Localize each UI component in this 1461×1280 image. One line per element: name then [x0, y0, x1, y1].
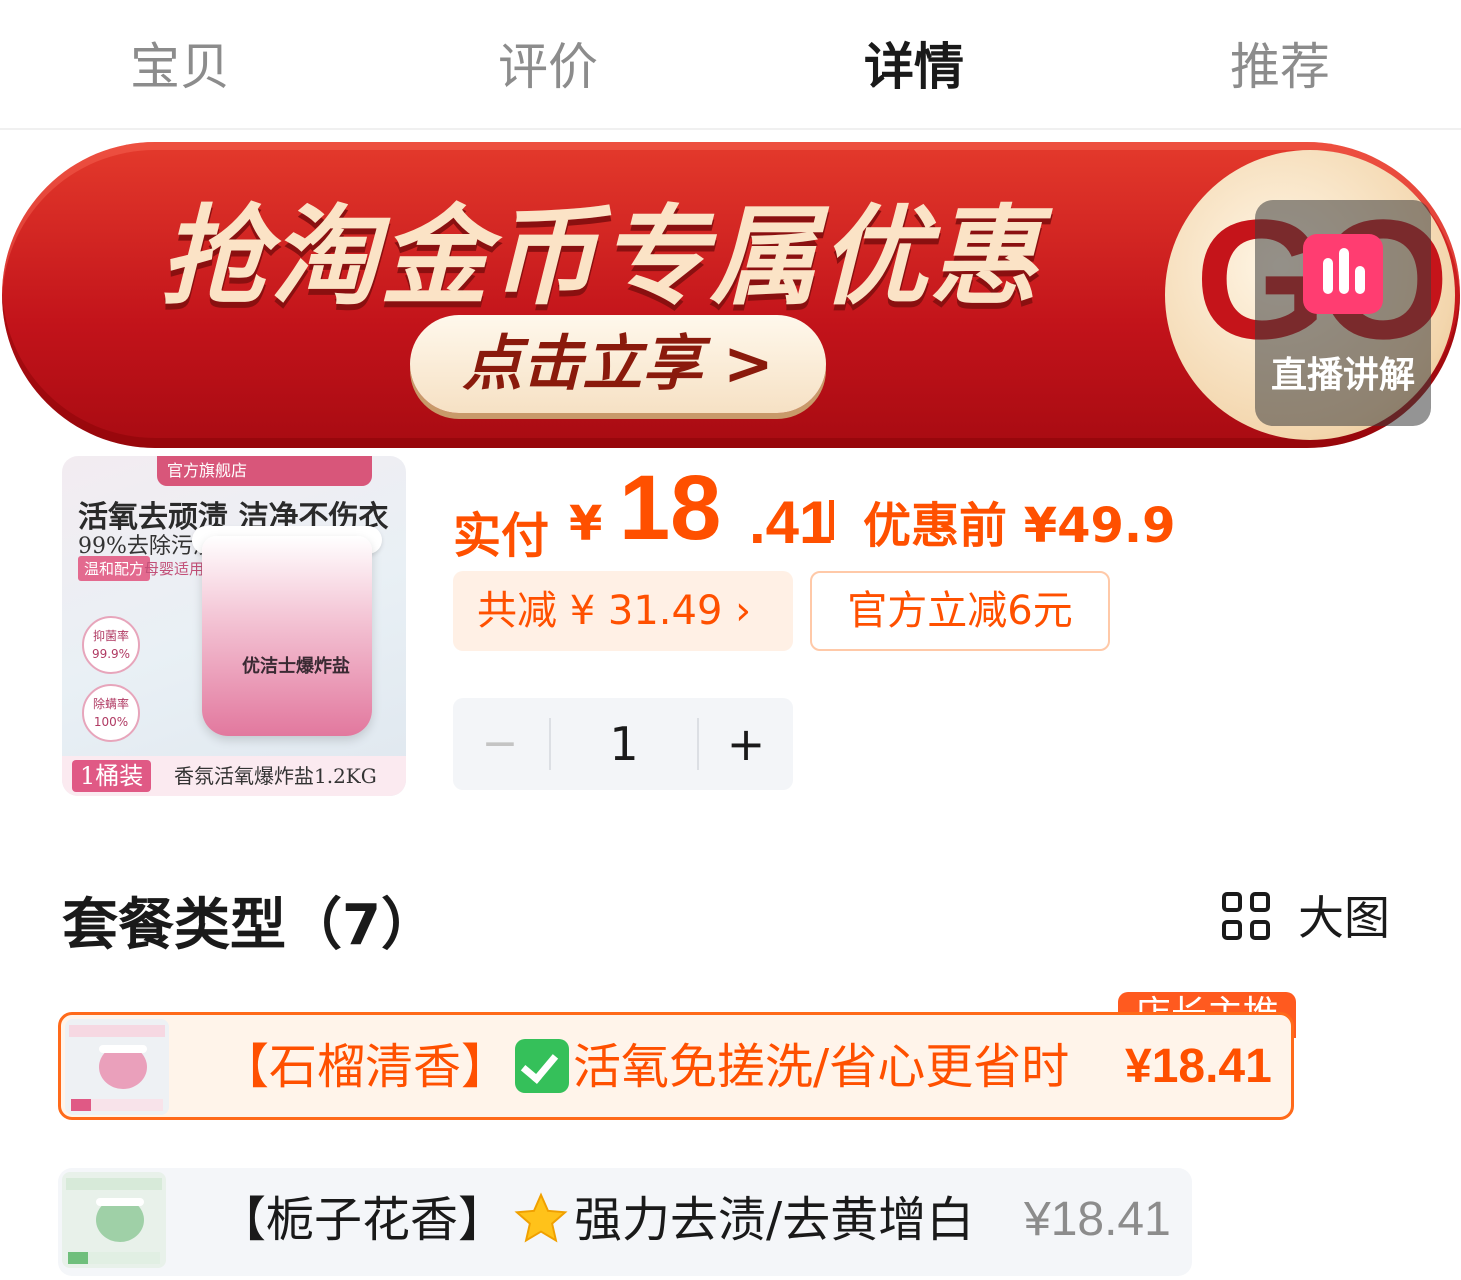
mild-tag: 母婴适用	[144, 560, 205, 578]
bucket-label: 优洁士爆炸盐	[242, 656, 350, 677]
original-price: 优惠前 ¥49.9	[863, 498, 1176, 554]
option-desc: 活氧免搓洗/省心更省时	[573, 1039, 1070, 1095]
quantity-field[interactable]: 1	[549, 698, 699, 790]
claim-button-label: 点击立享 >	[462, 329, 774, 399]
star-icon	[514, 1192, 568, 1243]
tab-item[interactable]: 宝贝	[80, 32, 280, 102]
pack-desc: 香氛活氧爆炸盐1.2KG	[174, 764, 377, 788]
option-text: 【栀子花香】 强力去渍/去黄增白	[218, 1168, 974, 1272]
tab-bar: 宝贝 评价 详情 推荐	[0, 0, 1461, 130]
currency-symbol: ¥	[569, 496, 603, 552]
total-discount-chip[interactable]: 共减 ¥ 31.49 ›	[453, 571, 793, 651]
option-price: ¥18.41	[1024, 1193, 1171, 1246]
option-name: 【栀子花香】	[218, 1192, 507, 1248]
quantity-stepper: − 1 +	[453, 698, 793, 790]
product-image[interactable]: 官方旗舰店 活氧去顽渍 洁净不伤衣 99%去除污渍 温和配方 母婴适用 优洁士爆…	[62, 456, 406, 796]
package-type-title: 套餐类型（7）	[62, 893, 437, 958]
promo-banner[interactable]: 抢淘金币专属优惠 点击立享 > GO 直播讲解	[0, 140, 1461, 452]
live-label: 直播讲解	[1270, 355, 1415, 396]
option-desc: 强力去渍/去黄增白	[574, 1192, 975, 1248]
option-thumbnail	[62, 1172, 166, 1268]
live-explain-button[interactable]: 直播讲解	[1255, 200, 1431, 426]
claim-button[interactable]: 点击立享 >	[410, 315, 826, 413]
price-integer: 18	[619, 457, 722, 559]
tab-recommend[interactable]: 推荐	[1180, 32, 1380, 102]
product-image-footer: 1桶装 香氛活氧爆炸盐1.2KG	[62, 756, 406, 796]
live-icon	[1303, 234, 1383, 314]
price-divider	[829, 500, 834, 540]
big-view-label: 大图	[1298, 891, 1390, 945]
check-icon	[515, 1039, 570, 1093]
grid-icon	[1222, 892, 1274, 944]
increase-button[interactable]: +	[699, 698, 793, 790]
package-option-pomegranate[interactable]: 【石榴清香】 活氧免搓洗/省心更省时 ¥18.41	[58, 1012, 1294, 1120]
formula-tag: 温和配方	[78, 556, 151, 581]
price-decimal: .41	[749, 489, 833, 556]
store-tag: 官方旗舰店	[157, 456, 372, 486]
antibacterial-badge: 抑菌率 99.9%	[82, 616, 140, 674]
official-discount-chip: 官方立减6元	[810, 571, 1110, 651]
tab-details[interactable]: 详情	[814, 32, 1014, 102]
option-thumbnail	[65, 1019, 169, 1115]
package-option-gardenia[interactable]: 【栀子花香】 强力去渍/去黄增白 ¥18.41	[58, 1168, 1192, 1276]
pack-tag: 1桶装	[72, 760, 152, 792]
option-name: 【石榴清香】	[221, 1039, 510, 1095]
product-bucket	[202, 536, 372, 736]
banner-title: 抢淘金币专属优惠	[160, 195, 1041, 320]
option-price: ¥18.41	[1125, 1040, 1272, 1093]
decrease-button[interactable]: −	[453, 698, 547, 790]
pay-label: 实付	[453, 508, 550, 564]
mite-badge: 除螨率 100%	[82, 684, 140, 742]
option-text: 【石榴清香】 活氧免搓洗/省心更省时	[221, 1015, 1069, 1119]
tab-reviews[interactable]: 评价	[448, 32, 648, 102]
quantity-value: 1	[609, 717, 639, 771]
